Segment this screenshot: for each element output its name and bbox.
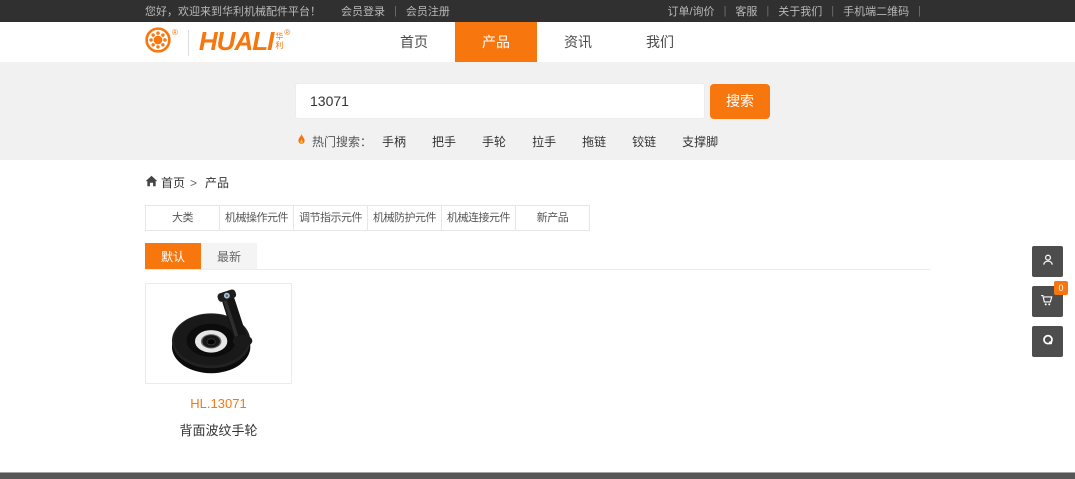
sort-tab-newest[interactable]: 最新 bbox=[201, 243, 257, 269]
nav-item-news[interactable]: 资讯 bbox=[537, 22, 619, 62]
home-icon bbox=[145, 175, 158, 190]
brand-name: HUALI bbox=[199, 27, 273, 55]
category-tab-indicating[interactable]: 调节指示元件 bbox=[293, 205, 368, 231]
page: 您好，欢迎来到华利机械配件平台！ 会员登录 | 会员注册 订单/询价 | 客服 … bbox=[0, 0, 1075, 479]
breadcrumb-home[interactable]: 首页 bbox=[161, 174, 185, 191]
service-button[interactable] bbox=[1032, 326, 1063, 357]
mobile-qrcode-link[interactable]: 手机端二维码 bbox=[843, 3, 909, 19]
nav-item-products[interactable]: 产品 bbox=[455, 22, 537, 62]
sort-tabs: 默认 最新 bbox=[145, 243, 930, 270]
product-name: 背面波纹手轮 bbox=[145, 420, 292, 439]
brand-cn-char: 华 bbox=[275, 32, 283, 41]
topbar: 您好，欢迎来到华利机械配件平台！ 会员登录 | 会员注册 订单/询价 | 客服 … bbox=[0, 0, 1075, 22]
brand-cn-char: 利 bbox=[275, 41, 283, 50]
handwheel-image bbox=[146, 284, 291, 383]
header: ® HUALI 华 利 ® 首页 产品 资讯 我们 bbox=[0, 22, 1075, 62]
separator: | bbox=[766, 5, 769, 17]
user-icon bbox=[1040, 252, 1056, 271]
main-content: 首页 > 产品 大类 机械操作元件 调节指示元件 机械防护元件 机械连接元件 新… bbox=[145, 174, 930, 439]
logo-divider bbox=[188, 30, 189, 56]
hot-term-handwheel[interactable]: 手轮 bbox=[482, 133, 506, 150]
customer-service-link[interactable]: 客服 bbox=[735, 3, 757, 19]
main-nav: 首页 产品 资讯 我们 bbox=[373, 22, 701, 62]
nav-item-home[interactable]: 首页 bbox=[373, 22, 455, 62]
product-code[interactable]: HL.13071 bbox=[145, 396, 292, 411]
customer-service-icon bbox=[1040, 332, 1056, 351]
member-login-link[interactable]: 会员登录 bbox=[341, 3, 385, 19]
hot-term-support-foot[interactable]: 支撑脚 bbox=[682, 133, 718, 150]
nav-item-about[interactable]: 我们 bbox=[619, 22, 701, 62]
search-input[interactable] bbox=[295, 83, 705, 119]
category-tab-protection[interactable]: 机械防护元件 bbox=[367, 205, 442, 231]
topbar-left: 您好，欢迎来到华利机械配件平台！ 会员登录 | 会员注册 bbox=[145, 3, 450, 19]
separator: | bbox=[918, 5, 921, 17]
hot-term-drag-chain[interactable]: 拖链 bbox=[582, 133, 606, 150]
brand-chinese: 华 利 bbox=[275, 32, 283, 50]
hot-term-hinge[interactable]: 铰链 bbox=[632, 133, 656, 150]
orders-inquiry-link[interactable]: 订单/询价 bbox=[668, 3, 715, 19]
footer-bar bbox=[0, 472, 1075, 479]
cart-count-badge: 0 bbox=[1054, 281, 1068, 295]
fire-icon bbox=[295, 132, 308, 150]
category-tab-new[interactable]: 新产品 bbox=[515, 205, 590, 231]
member-register-link[interactable]: 会员注册 bbox=[406, 3, 450, 19]
gear-icon bbox=[145, 27, 171, 58]
sort-tab-default[interactable]: 默认 bbox=[145, 243, 201, 269]
product-card[interactable]: HL.13071 背面波纹手轮 bbox=[145, 283, 292, 439]
separator: | bbox=[724, 5, 727, 17]
cart-icon bbox=[1039, 292, 1056, 312]
product-grid: HL.13071 背面波纹手轮 bbox=[145, 283, 930, 439]
product-image bbox=[145, 283, 292, 384]
floating-toolbar: 0 bbox=[1032, 246, 1063, 366]
search-section: 搜索 热门搜索： 手柄 把手 手轮 拉手 拖链 铰链 支撑脚 bbox=[0, 62, 1075, 160]
breadcrumb: 首页 > 产品 bbox=[145, 174, 930, 191]
hot-term-handle[interactable]: 手柄 bbox=[382, 133, 406, 150]
hot-search-label: 热门搜索： bbox=[312, 133, 372, 150]
registered-mark: ® bbox=[284, 28, 290, 37]
welcome-text: 您好，欢迎来到华利机械配件平台！ bbox=[145, 3, 321, 19]
hot-search-row: 热门搜索： 手柄 把手 手轮 拉手 拖链 铰链 支撑脚 bbox=[295, 132, 1075, 150]
category-tab-main[interactable]: 大类 bbox=[145, 205, 220, 231]
topbar-right: 订单/询价 | 客服 | 关于我们 | 手机端二维码 | bbox=[668, 3, 931, 19]
hot-term-pull-handle[interactable]: 拉手 bbox=[532, 133, 556, 150]
cart-button[interactable]: 0 bbox=[1032, 286, 1063, 317]
category-tabs: 大类 机械操作元件 调节指示元件 机械防护元件 机械连接元件 新产品 bbox=[145, 205, 930, 231]
account-button[interactable] bbox=[1032, 246, 1063, 277]
separator: | bbox=[394, 5, 397, 17]
hot-term-grip[interactable]: 把手 bbox=[432, 133, 456, 150]
brand-logo[interactable]: ® HUALI 华 利 ® bbox=[145, 27, 290, 58]
separator: | bbox=[831, 5, 834, 17]
category-tab-connection[interactable]: 机械连接元件 bbox=[441, 205, 516, 231]
about-us-link[interactable]: 关于我们 bbox=[778, 3, 822, 19]
category-tab-operating[interactable]: 机械操作元件 bbox=[219, 205, 294, 231]
breadcrumb-current: 产品 bbox=[205, 174, 229, 191]
breadcrumb-separator: > bbox=[190, 176, 197, 190]
registered-mark: ® bbox=[172, 28, 178, 37]
search-button[interactable]: 搜索 bbox=[710, 84, 770, 119]
